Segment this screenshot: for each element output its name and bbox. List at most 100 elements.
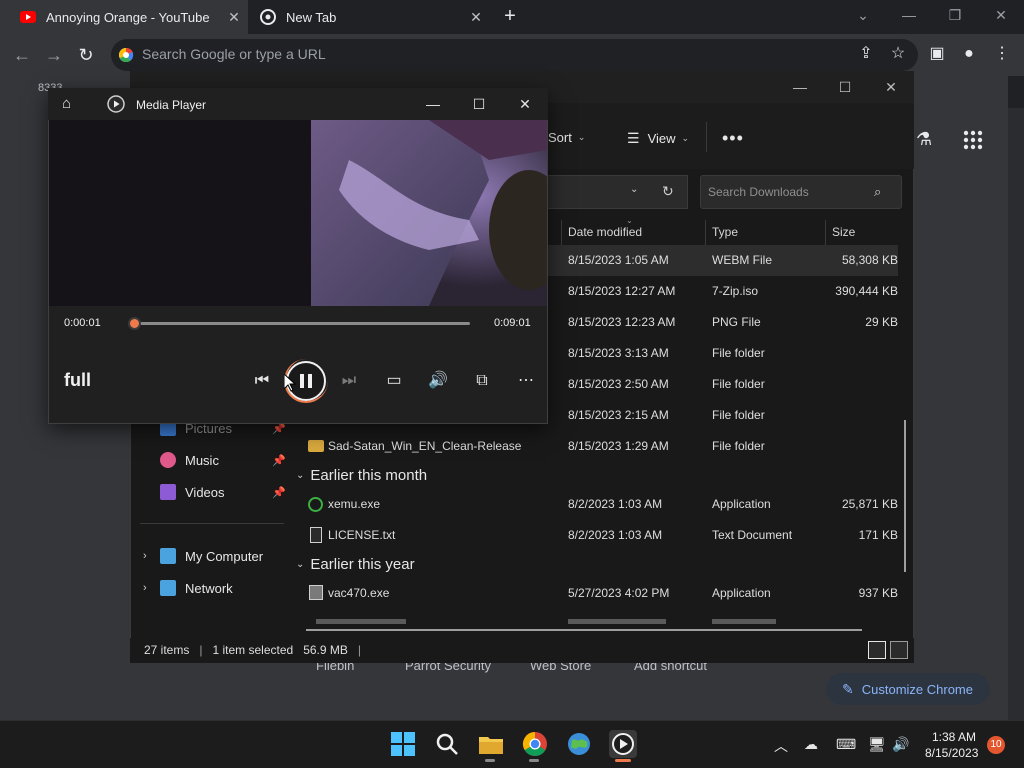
- chevron-right-icon[interactable]: ›: [143, 550, 147, 562]
- globe-app-icon[interactable]: [565, 730, 593, 758]
- column-divider[interactable]: [705, 220, 706, 246]
- tab-title: New Tab: [286, 9, 337, 25]
- clipped-row: [306, 616, 902, 624]
- tray-chevron-icon[interactable]: ︿: [774, 736, 788, 756]
- seek-thumb[interactable]: [128, 317, 141, 330]
- table-row[interactable]: Sad-Satan_Win_EN_Clean-Release 8/15/2023…: [292, 431, 898, 462]
- new-tab-button[interactable]: +: [500, 6, 520, 26]
- row-type: File folder: [712, 346, 765, 360]
- total-time: 0:09:01: [494, 317, 531, 329]
- videos-icon: [160, 484, 176, 500]
- pin-icon[interactable]: 📌: [272, 486, 286, 499]
- chevron-down-icon: ⌄: [577, 132, 586, 142]
- next-icon[interactable]: ⏭: [338, 370, 360, 392]
- profile-icon[interactable]: ●: [959, 44, 979, 64]
- table-row[interactable]: xemu.exe 8/2/2023 1:03 AM Application 25…: [292, 489, 898, 520]
- google-apps-icon[interactable]: [962, 129, 984, 151]
- row-date: 8/2/2023 1:03 AM: [568, 497, 663, 511]
- row-date: 8/15/2023 1:05 AM: [568, 253, 669, 267]
- clock-time[interactable]: 1:38 AM: [932, 730, 976, 744]
- subtitles-icon[interactable]: ▭: [383, 370, 405, 392]
- more-options-icon[interactable]: •••: [722, 128, 744, 149]
- mp-close-button[interactable]: ✕: [514, 94, 536, 114]
- mp-maximize-button[interactable]: ☐: [468, 94, 490, 114]
- home-icon[interactable]: ⌂: [62, 95, 80, 113]
- labs-flask-icon[interactable]: ⚗: [916, 129, 936, 151]
- table-row[interactable]: vac470.exe 5/27/2023 4:02 PM Application…: [292, 578, 898, 609]
- previous-icon[interactable]: ⏮: [251, 370, 273, 392]
- nav-network[interactable]: Network: [160, 580, 233, 596]
- view-button[interactable]: ☰ View ⌄: [627, 130, 689, 147]
- tiles-view-icon[interactable]: [890, 641, 908, 659]
- table-row[interactable]: LICENSE.txt 8/2/2023 1:03 AM Text Docume…: [292, 520, 898, 551]
- customize-chrome-button[interactable]: ✎ Customize Chrome: [826, 673, 990, 705]
- nav-music[interactable]: Music: [160, 452, 219, 468]
- bookmark-star-icon[interactable]: ☆: [888, 44, 908, 64]
- column-divider[interactable]: [825, 220, 826, 246]
- nav-label: Music: [185, 452, 219, 468]
- media-player-icon[interactable]: [609, 730, 637, 758]
- close-tab-icon[interactable]: ✕: [226, 9, 242, 25]
- forward-button[interactable]: →: [43, 44, 65, 66]
- side-panel-icon[interactable]: ▣: [927, 44, 947, 64]
- search-icon[interactable]: ⌕: [874, 184, 881, 200]
- vertical-scrollbar[interactable]: [904, 420, 906, 572]
- explorer-close-button[interactable]: ✕: [868, 76, 914, 98]
- row-type: Application: [712, 497, 771, 511]
- row-size: 171 KB: [858, 528, 898, 542]
- minimize-button[interactable]: —: [886, 0, 932, 30]
- page-scrollbar[interactable]: [1008, 108, 1024, 720]
- nav-my-computer[interactable]: My Computer: [160, 548, 263, 564]
- close-tab-icon[interactable]: ✕: [468, 9, 484, 25]
- group-header[interactable]: ⌄ Earlier this month: [296, 467, 427, 484]
- seek-bar[interactable]: [130, 322, 470, 325]
- view-label: View: [647, 131, 676, 146]
- refresh-icon[interactable]: ↻: [662, 183, 674, 200]
- column-type[interactable]: Type: [712, 225, 738, 239]
- windows-start-icon[interactable]: [389, 730, 417, 758]
- tab-new-tab[interactable]: New Tab ✕: [248, 0, 490, 34]
- reload-button[interactable]: ↻: [75, 44, 97, 66]
- nav-label: My Computer: [185, 548, 264, 564]
- column-divider[interactable]: [561, 220, 562, 246]
- onedrive-icon[interactable]: ☁: [804, 736, 818, 753]
- notification-badge[interactable]: 10: [987, 736, 1005, 754]
- chrome-icon[interactable]: [521, 730, 549, 758]
- command-divider: [706, 122, 707, 152]
- volume-icon[interactable]: 🔊: [427, 370, 449, 392]
- keyboard-icon[interactable]: ⌨: [836, 736, 856, 753]
- pin-icon[interactable]: 📌: [272, 454, 286, 467]
- installer-icon: [309, 585, 323, 600]
- mp-minimize-button[interactable]: —: [422, 94, 444, 114]
- sort-button[interactable]: Sort ⌄: [548, 130, 585, 145]
- details-view-icon[interactable]: [868, 641, 886, 659]
- selected-size: 56.9 MB: [303, 643, 348, 657]
- search-icon[interactable]: [433, 730, 461, 758]
- close-window-button[interactable]: ✕: [978, 0, 1024, 30]
- tab-search-icon[interactable]: ⌄: [840, 0, 886, 30]
- explorer-maximize-button[interactable]: ☐: [822, 76, 868, 98]
- clock-date[interactable]: 8/15/2023: [925, 746, 978, 760]
- mini-player-icon[interactable]: ⧉: [471, 370, 493, 392]
- row-date: 8/15/2023 12:23 AM: [568, 315, 676, 329]
- horizontal-scrollbar[interactable]: [306, 629, 862, 631]
- file-explorer-icon[interactable]: [477, 730, 505, 758]
- explorer-minimize-button[interactable]: —: [777, 76, 823, 98]
- chevron-down-icon[interactable]: ⌄: [630, 184, 638, 195]
- video-frame[interactable]: [49, 120, 547, 306]
- more-options-icon[interactable]: ⋯: [515, 370, 537, 392]
- share-icon[interactable]: ⇪: [856, 44, 876, 64]
- back-button[interactable]: ←: [11, 44, 33, 66]
- volume-tray-icon[interactable]: 🔊: [892, 736, 909, 753]
- row-date: 8/15/2023 3:13 AM: [568, 346, 669, 360]
- tab-youtube[interactable]: Annoying Orange - YouTube ✕: [0, 0, 248, 34]
- group-title: Earlier this month: [310, 467, 428, 484]
- network-tray-icon[interactable]: 🖥: [868, 736, 886, 753]
- column-date-modified[interactable]: Date modified: [568, 225, 642, 239]
- nav-videos[interactable]: Videos: [160, 484, 225, 500]
- chevron-right-icon[interactable]: ›: [143, 582, 147, 594]
- chrome-menu-icon[interactable]: ⋮: [992, 44, 1012, 64]
- group-header[interactable]: ⌄ Earlier this year: [296, 556, 415, 573]
- column-size[interactable]: Size: [832, 225, 855, 239]
- restore-button[interactable]: ❐: [932, 0, 978, 30]
